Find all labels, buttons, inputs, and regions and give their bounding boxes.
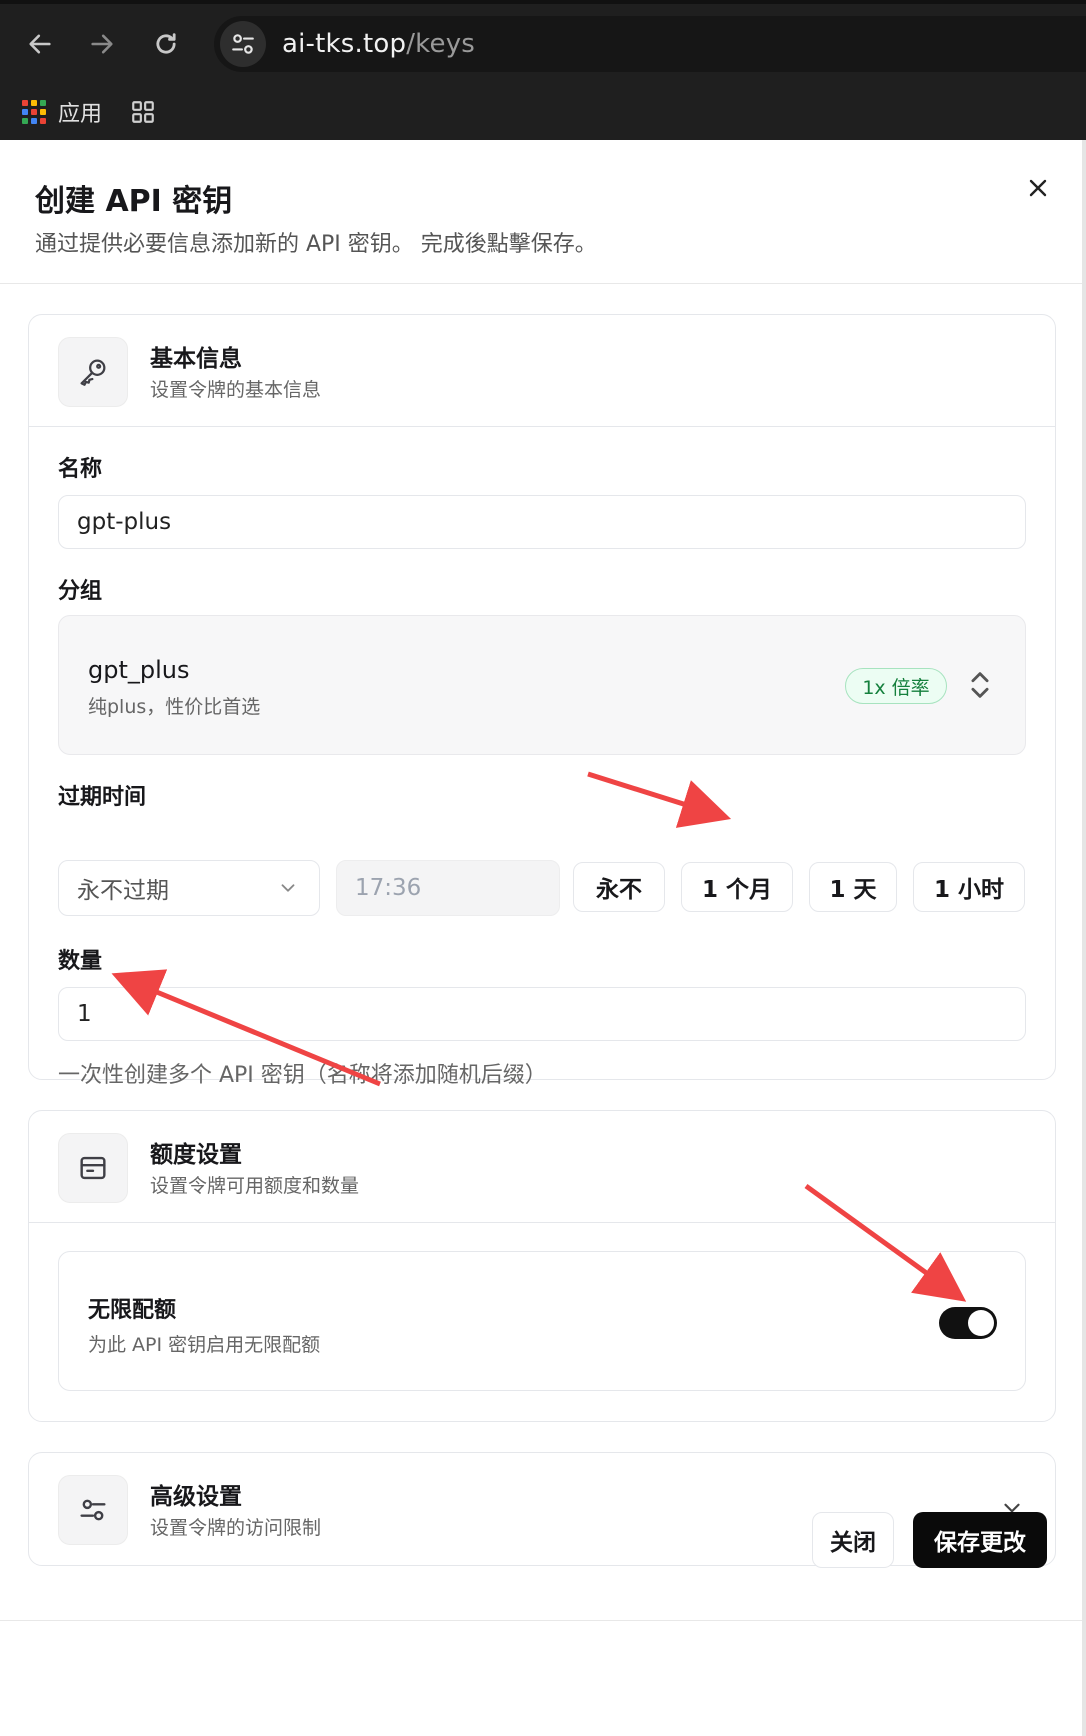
footer-divider [0, 1620, 1082, 1621]
sliders-icon [58, 1475, 128, 1545]
browser-chrome: ai-tks.top/keys 应用 [0, 0, 1086, 140]
close-icon [1029, 179, 1047, 197]
toggle-knob [968, 1310, 994, 1336]
quick-day-button[interactable]: 1 天 [809, 862, 897, 912]
reload-icon [156, 33, 176, 54]
quantity-input[interactable]: 1 [58, 987, 1026, 1041]
expire-select-value: 永不过期 [77, 878, 169, 904]
quantity-hint: 一次性创建多个 API 密钥（名称将添加随机后缀） [58, 1063, 547, 1088]
advanced-header[interactable]: 高级设置 设置令牌的访问限制 [29, 1453, 1055, 1565]
chevron-up-down-icon [965, 668, 995, 702]
advanced-subtitle: 设置令牌的访问限制 [150, 1517, 322, 1539]
group-name: gpt_plus [88, 656, 190, 684]
basic-info-subtitle: 设置令牌的基本信息 [150, 379, 322, 401]
quick-hour-button[interactable]: 1 小时 [913, 862, 1025, 912]
quick-month-button[interactable]: 1 个月 [681, 862, 793, 912]
expire-label: 过期时间 [58, 785, 147, 810]
unlimited-quota-toggle[interactable] [939, 1307, 997, 1339]
close-dialog-button[interactable] [1020, 170, 1056, 206]
name-input[interactable]: gpt-plus [58, 495, 1026, 549]
name-label: 名称 [58, 457, 103, 482]
bookmark-apps-label[interactable]: 应用 [58, 96, 102, 128]
quota-subtitle: 设置令牌可用额度和数量 [150, 1175, 360, 1197]
close-button[interactable]: 关闭 [812, 1512, 894, 1568]
quota-card: 额度设置 设置令牌可用额度和数量 无限配额 为此 API 密钥启用无限配额 [28, 1110, 1056, 1422]
group-label: 分组 [58, 579, 103, 604]
dialog-title: 创建 API 密钥 [35, 184, 233, 219]
quick-never-button[interactable]: 永不 [573, 862, 665, 912]
basic-info-card: 基本信息 设置令牌的基本信息 名称 gpt-plus 分组 gpt_plus 纯… [28, 314, 1056, 1088]
unlimited-quota-description: 为此 API 密钥启用无限配额 [88, 1334, 321, 1356]
group-description: 纯plus，性价比首选 [88, 696, 261, 718]
tab-groups-icon[interactable] [130, 99, 156, 125]
header-divider [0, 283, 1082, 284]
key-icon [58, 337, 128, 407]
arrow-right-icon [91, 34, 113, 54]
advanced-card[interactable]: 高级设置 设置令牌的访问限制 [28, 1452, 1056, 1566]
address-bar[interactable]: ai-tks.top/keys [214, 16, 1086, 72]
quantity-label: 数量 [58, 949, 103, 974]
apps-grid-icon[interactable] [22, 100, 46, 124]
ratio-badge: 1x 倍率 [845, 668, 947, 704]
expire-select[interactable]: 永不过期 [58, 860, 320, 916]
basic-info-header: 基本信息 设置令牌的基本信息 [29, 315, 1055, 427]
save-changes-button[interactable]: 保存更改 [913, 1512, 1047, 1568]
group-select[interactable]: gpt_plus 纯plus，性价比首选 1x 倍率 [58, 615, 1026, 755]
advanced-title: 高级设置 [150, 1484, 242, 1510]
unlimited-quota-title: 无限配额 [88, 1298, 177, 1323]
bookmarks-bar: 应用 [0, 84, 1086, 140]
url-path: /keys [406, 29, 476, 59]
basic-info-title: 基本信息 [150, 346, 242, 372]
site-settings-icon[interactable] [220, 21, 266, 67]
arrow-left-icon [29, 34, 51, 54]
reload-button[interactable] [144, 22, 188, 66]
chevron-down-icon [277, 877, 299, 899]
dialog-description: 通过提供必要信息添加新的 API 密钥。 完成後點擊保存。 [35, 232, 597, 257]
wallet-icon [58, 1133, 128, 1203]
forward-button[interactable] [80, 22, 124, 66]
quota-header: 额度设置 设置令牌可用额度和数量 [29, 1111, 1055, 1223]
back-button[interactable] [18, 22, 62, 66]
quota-title: 额度设置 [150, 1142, 242, 1168]
url-host: ai-tks.top [282, 29, 407, 59]
url-text[interactable]: ai-tks.top/keys [282, 29, 475, 59]
unlimited-quota-row: 无限配额 为此 API 密钥启用无限配额 [58, 1251, 1026, 1391]
create-api-key-dialog: 创建 API 密钥 通过提供必要信息添加新的 API 密钥。 完成後點擊保存。 … [0, 140, 1086, 1736]
expire-time-input[interactable]: 17:36 [336, 860, 560, 916]
